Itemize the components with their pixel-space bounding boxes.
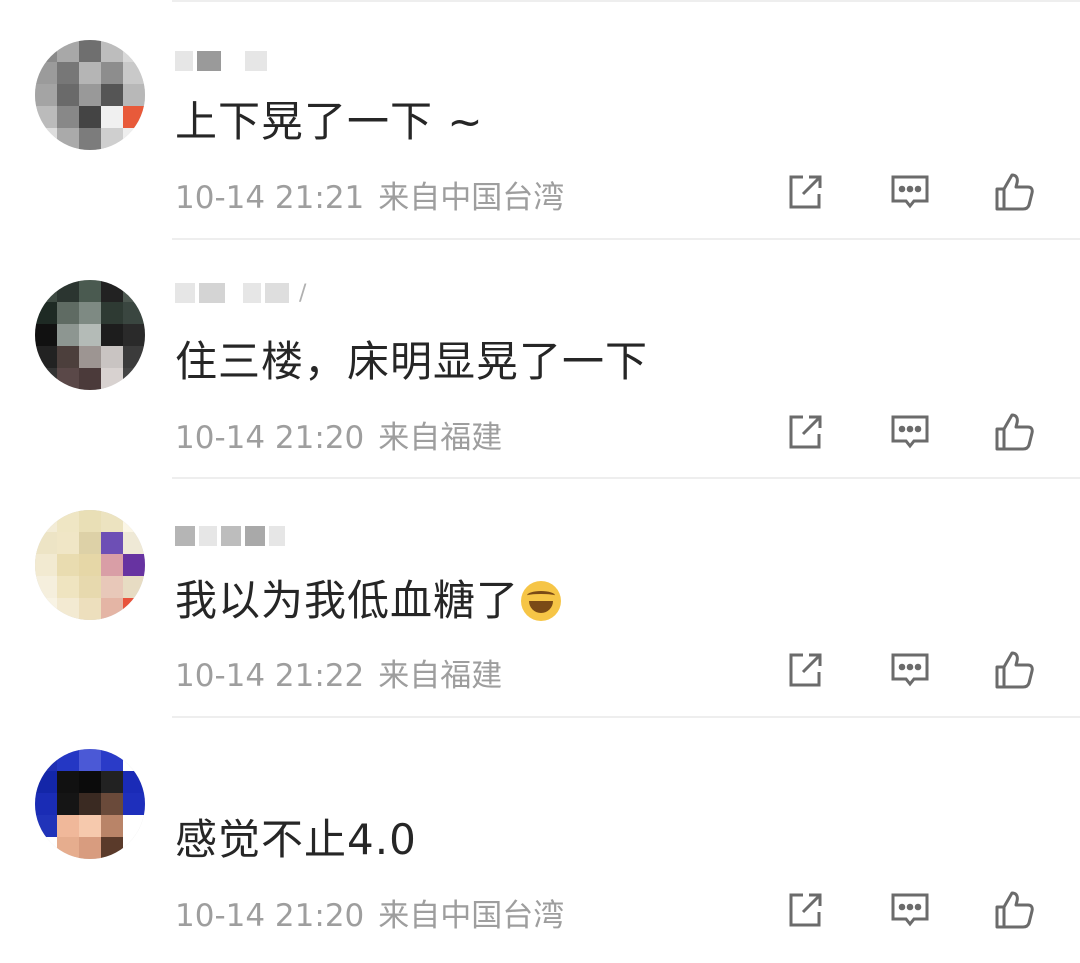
comment-meta: 10-14 21:21 来自中国台湾 xyxy=(175,172,564,217)
share-button[interactable] xyxy=(783,410,827,454)
divider xyxy=(172,477,1080,479)
comment-meta: 10-14 21:20 来自福建 xyxy=(175,412,502,457)
comment-icon xyxy=(891,893,929,927)
share-button[interactable] xyxy=(783,888,827,932)
comment-text: 住三楼，床明显晃了一下 xyxy=(175,328,648,389)
comment-icon xyxy=(891,653,929,687)
comment-text-content: 感觉不止4.0 xyxy=(175,815,417,864)
comment-time: 10-14 21:21 xyxy=(175,180,365,216)
comment-item: 感觉不止4.0 10-14 21:20 来自中国台湾 xyxy=(0,716,1080,963)
comment-text-content: 我以为我低血糖了 xyxy=(175,576,520,625)
comment-time: 10-14 21:22 xyxy=(175,658,365,694)
share-icon xyxy=(789,415,822,449)
avatar[interactable] xyxy=(35,510,145,620)
comment-item: / 住三楼，床明显晃了一下 10-14 21:20 来自福建 xyxy=(0,238,1080,476)
comment-item: 上下晃了一下 ~ 10-14 21:21 来自中国台湾 xyxy=(0,0,1080,238)
share-icon xyxy=(789,175,822,209)
share-button[interactable] xyxy=(783,170,827,214)
like-button[interactable] xyxy=(992,888,1036,932)
username-fragment: / xyxy=(299,280,307,306)
comment-meta: 10-14 21:22 来自福建 xyxy=(175,650,502,695)
like-button[interactable] xyxy=(992,170,1036,214)
comment-location: 来自福建 xyxy=(378,658,503,694)
divider xyxy=(172,238,1080,240)
avatar[interactable] xyxy=(35,280,145,390)
reply-button[interactable] xyxy=(888,648,932,692)
comment-text: 上下晃了一下 ~ xyxy=(175,88,484,149)
comment-text-content: 住三楼，床明显晃了一下 xyxy=(175,337,649,386)
username[interactable] xyxy=(175,46,267,76)
comment-location: 来自中国台湾 xyxy=(378,898,565,934)
comment-icon xyxy=(891,415,929,449)
comment-text-content: 上下晃了一下 ~ xyxy=(175,97,484,146)
avatar[interactable] xyxy=(35,749,145,859)
comment-time: 10-14 21:20 xyxy=(175,420,365,456)
comment-text: 我以为我低血糖了 xyxy=(175,567,562,628)
tears-of-joy-emoji xyxy=(521,581,562,621)
username[interactable] xyxy=(175,521,285,551)
divider xyxy=(172,716,1080,718)
like-button[interactable] xyxy=(992,648,1036,692)
avatar[interactable] xyxy=(35,40,145,150)
like-button[interactable] xyxy=(992,410,1036,454)
thumbs-up-icon xyxy=(995,651,1034,689)
comment-meta: 10-14 21:20 来自中国台湾 xyxy=(175,890,564,935)
reply-button[interactable] xyxy=(888,888,932,932)
reply-button[interactable] xyxy=(888,410,932,454)
username[interactable]: / xyxy=(175,278,306,308)
comment-text: 感觉不止4.0 xyxy=(175,806,417,867)
comment-item: 我以为我低血糖了 10-14 21:22 来自福建 xyxy=(0,477,1080,715)
share-icon xyxy=(789,893,822,927)
thumbs-up-icon xyxy=(995,413,1034,451)
comment-icon xyxy=(891,175,929,209)
share-button[interactable] xyxy=(783,648,827,692)
comment-time: 10-14 21:20 xyxy=(175,898,365,934)
thumbs-up-icon xyxy=(995,891,1034,929)
reply-button[interactable] xyxy=(888,170,932,214)
comment-location: 来自中国台湾 xyxy=(378,180,565,216)
comment-location: 来自福建 xyxy=(378,420,503,456)
thumbs-up-icon xyxy=(995,173,1034,211)
share-icon xyxy=(789,653,822,687)
divider xyxy=(172,0,1080,2)
